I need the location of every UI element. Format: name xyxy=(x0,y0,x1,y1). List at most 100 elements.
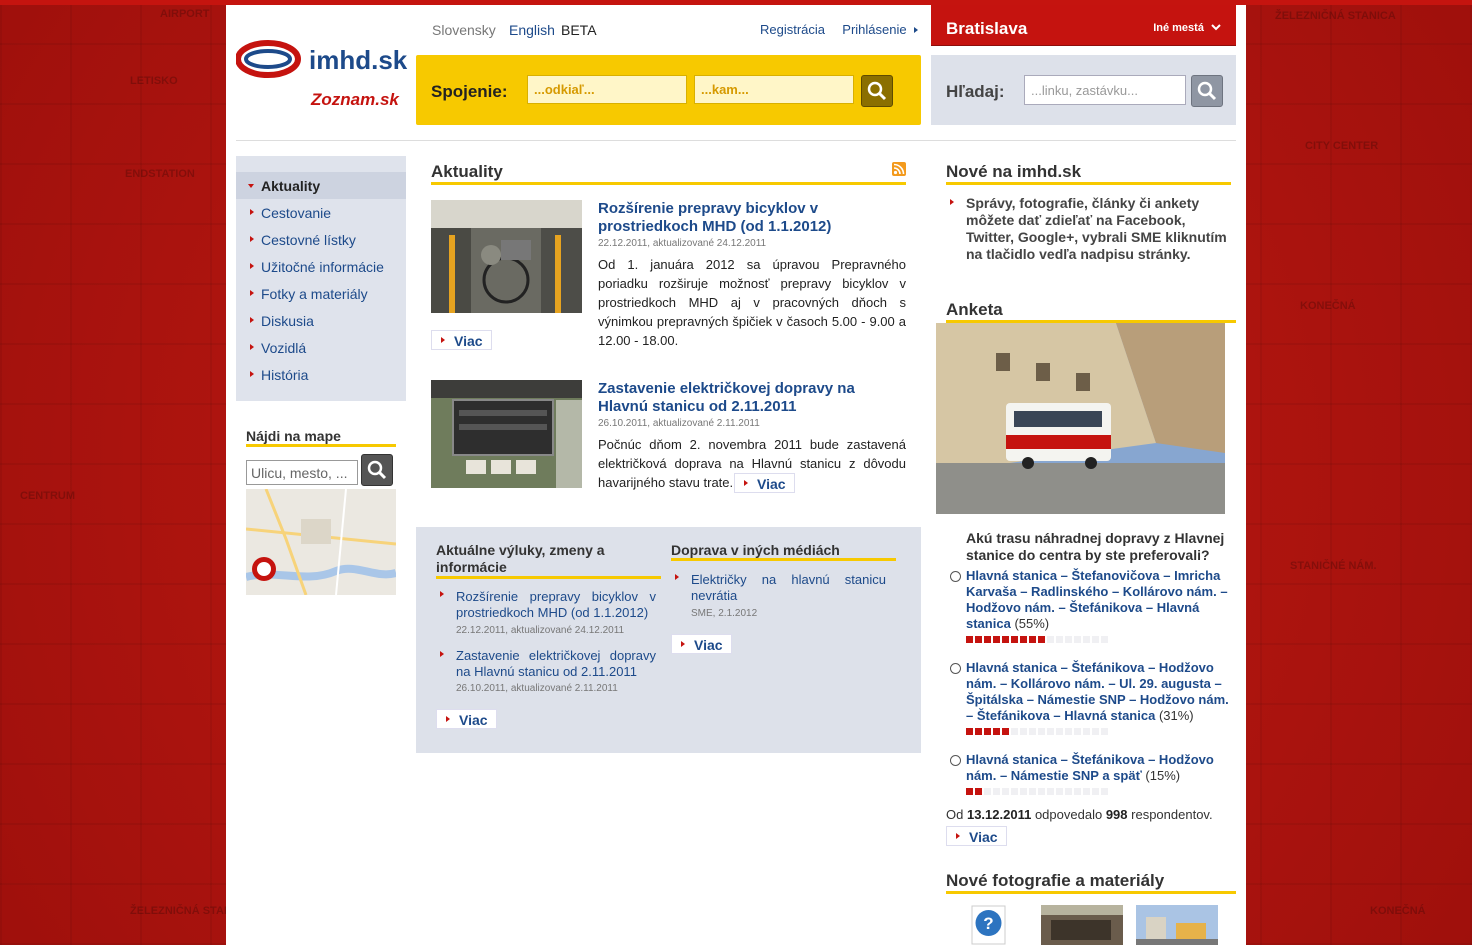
poll-bar-cell xyxy=(1020,788,1027,795)
news-image-bicycle[interactable] xyxy=(431,200,582,313)
sidebar-item-vozidla[interactable]: Vozidlá xyxy=(236,334,406,361)
partner-logo: Zoznam.sk xyxy=(311,90,399,109)
poll-bar-cell xyxy=(1029,788,1036,795)
poll-option-radio[interactable] xyxy=(950,571,961,582)
poll-more-button[interactable]: Viac xyxy=(946,826,1007,846)
poll-option[interactable]: Hlavná stanica – Štefánikova – Hodžovo n… xyxy=(966,752,1236,784)
bullet-icon xyxy=(250,317,254,323)
search-button[interactable] xyxy=(1191,75,1223,107)
from-input[interactable]: ...odkiaľ... xyxy=(527,75,687,104)
city-selector[interactable]: Bratislava Iné mestá xyxy=(931,5,1236,46)
poll-bar-cell xyxy=(1047,728,1054,735)
login-link[interactable]: Prihlásenie xyxy=(842,22,906,37)
poll-option[interactable]: Hlavná stanica – Štefánikova – Hodžovo n… xyxy=(966,660,1236,724)
poll-bar-cell xyxy=(1002,636,1009,643)
poll-bar-cell xyxy=(1038,728,1045,735)
line-stop-search: Hľadaj: ...linku, zastávku... xyxy=(931,55,1236,125)
news-item-title[interactable]: Rozšírenie prepravy bicyklov v prostried… xyxy=(598,200,888,236)
poll-bar-cell xyxy=(1038,636,1045,643)
media-item-title[interactable]: Električky na hlavnú stanicu nevrátia xyxy=(691,572,886,604)
photo-thumb[interactable] xyxy=(1041,905,1123,945)
poll-bar-cell xyxy=(1083,728,1090,735)
lang-slovak[interactable]: Slovensky xyxy=(432,22,496,38)
bg-label: CITY CENTER xyxy=(1305,140,1379,152)
arrow-icon xyxy=(956,833,960,839)
outage-item-title[interactable]: Rozšírenie prepravy bicyklov v prostried… xyxy=(456,589,656,621)
to-input[interactable]: ...kam... xyxy=(694,75,854,104)
map-search-button[interactable] xyxy=(361,454,393,486)
news-item-date: 22.12.2011, aktualizované 24.12.2011 xyxy=(598,238,767,249)
poll-bar-cell xyxy=(1056,788,1063,795)
bg-label: ŽELEZNIČNÁ STANICA xyxy=(1275,10,1396,22)
sidebar-item-historia[interactable]: História xyxy=(236,361,406,388)
poll-respondents: Od 13.12.2011 odpovedalo 998 respondento… xyxy=(946,807,1213,822)
poll-bar-cell xyxy=(1065,788,1072,795)
chevron-down-icon xyxy=(1211,24,1221,31)
sidebar-nav: Aktuality Cestovanie Cestovné lístky Uži… xyxy=(236,156,406,401)
poll-bar-cell xyxy=(993,728,1000,735)
logo-text: imhd.sk xyxy=(309,45,408,75)
poll-bar-cell xyxy=(1002,728,1009,735)
map-thumbnail[interactable] xyxy=(246,489,396,595)
poll-bar-cell xyxy=(1047,788,1054,795)
poll-option-radio[interactable] xyxy=(950,755,961,766)
lang-english[interactable]: English xyxy=(509,22,555,38)
poll-bar-cell xyxy=(1074,636,1081,643)
photo-thumb[interactable] xyxy=(1136,905,1218,945)
map-image xyxy=(246,489,396,595)
other-cities-dropdown[interactable]: Iné mestá xyxy=(1153,22,1221,34)
poll-bar-cell xyxy=(975,788,982,795)
poll-bar-cell xyxy=(1056,728,1063,735)
sidebar-item-fotky[interactable]: Fotky a materiály xyxy=(236,280,406,307)
sidebar-item-uzitocne-informacie[interactable]: Užitočné informácie xyxy=(236,253,406,280)
outages-more-button[interactable]: Viac xyxy=(436,709,497,729)
bullet-icon xyxy=(250,290,254,296)
site-logo[interactable]: imhd.sk Zoznam.sk xyxy=(235,37,407,122)
news-item-title[interactable]: Zastavenie električkovej dopravy na Hlav… xyxy=(598,380,888,416)
bg-label: CENTRUM xyxy=(20,490,75,502)
bullet-icon xyxy=(950,199,954,205)
sidebar-item-diskusia[interactable]: Diskusia xyxy=(236,307,406,334)
poll-option[interactable]: Hlavná stanica – Štefanovičova – Imricha… xyxy=(966,568,1236,632)
poll-bar-cell xyxy=(966,636,973,643)
svg-text:?: ? xyxy=(983,914,993,933)
poll-bar-cell xyxy=(1083,636,1090,643)
register-link[interactable]: Registrácia xyxy=(760,22,825,37)
bullet-icon xyxy=(440,651,444,657)
login-arrow-icon xyxy=(914,27,919,33)
rss-icon[interactable] xyxy=(892,162,906,176)
media-more-button[interactable]: Viac xyxy=(671,634,732,654)
bg-label: ENDSTATION xyxy=(125,168,195,180)
search-label: Hľadaj: xyxy=(946,82,1005,101)
poll-option-radio[interactable] xyxy=(950,663,961,674)
poll-bar-cell xyxy=(1011,728,1018,735)
bg-label: KONEČNÁ xyxy=(1300,300,1356,312)
news-more-button[interactable]: Viac xyxy=(431,330,492,350)
question-icon: ? xyxy=(971,905,1006,945)
search-icon xyxy=(867,81,887,101)
poll-bar-cell xyxy=(993,788,1000,795)
news-more-button[interactable]: Viac xyxy=(734,473,795,493)
outage-item-title[interactable]: Zastavenie električkovej dopravy na Hlav… xyxy=(456,648,656,680)
page: imhd.sk Zoznam.sk Slovensky English BETA… xyxy=(226,5,1246,945)
poll-bar-cell xyxy=(1038,788,1045,795)
poll-option-bar xyxy=(966,728,1110,736)
poll-bar-cell xyxy=(1056,636,1063,643)
search-icon xyxy=(367,460,387,480)
poll-bar-cell xyxy=(1092,728,1099,735)
poll-bar-cell xyxy=(1074,788,1081,795)
connection-search-button[interactable] xyxy=(861,75,893,107)
news-image-tram-board[interactable] xyxy=(431,380,582,493)
sidebar-item-aktuality[interactable]: Aktuality xyxy=(236,172,406,199)
poll-question: Akú trasu náhradnej dopravy z Hlavnej st… xyxy=(966,530,1225,563)
bullet-icon xyxy=(675,574,679,580)
sidebar-item-cestovanie[interactable]: Cestovanie xyxy=(236,199,406,226)
map-search-input[interactable]: Ulicu, mesto, ... xyxy=(246,460,358,485)
photo-thumb-unknown[interactable]: ? xyxy=(971,905,1006,945)
bg-label: KONEČNÁ xyxy=(1370,905,1426,917)
sidebar-item-cestovne-listky[interactable]: Cestovné lístky xyxy=(236,226,406,253)
poll-bar-cell xyxy=(1011,788,1018,795)
search-input[interactable]: ...linku, zastávku... xyxy=(1024,75,1186,105)
poll-bar-cell xyxy=(1101,728,1108,735)
poll-bar-cell xyxy=(1101,636,1108,643)
